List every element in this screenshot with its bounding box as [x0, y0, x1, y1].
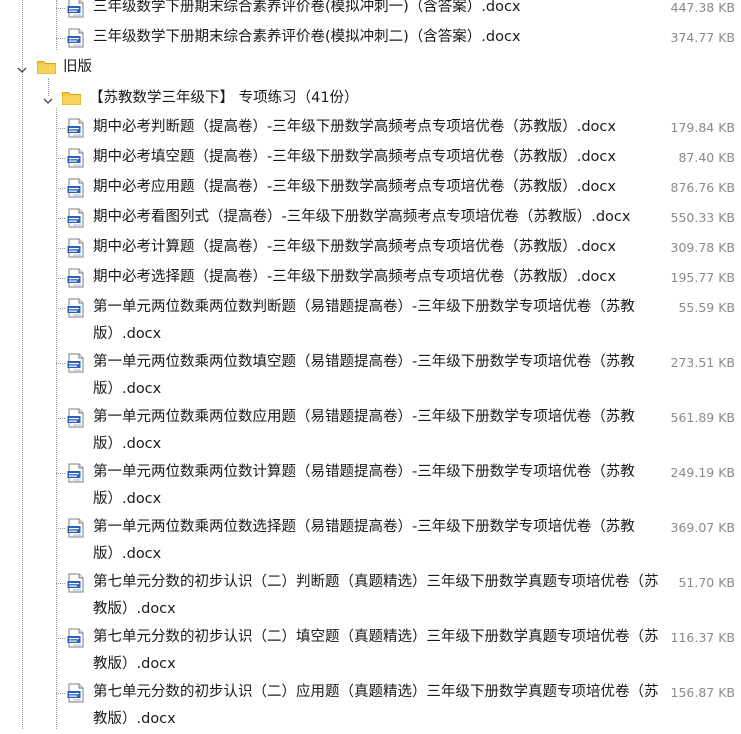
file-row[interactable]: 三年级数学下册期末综合素养评价卷(模拟冲刺一)（含答案）.docx 447.38 … — [0, 0, 741, 24]
file-size: 550.33 KB — [670, 210, 735, 225]
file-size: 51.70 KB — [678, 575, 735, 590]
folder-icon — [62, 90, 81, 105]
folder-row-sub[interactable]: 【苏教数学三年级下】 专项练习（41份） — [0, 84, 741, 112]
file-row[interactable]: 第七单元分数的初步认识（二）填空题（真题精选）三年级下册数学真题专项培优卷（苏教… — [0, 624, 741, 679]
file-size: 369.07 KB — [670, 520, 735, 535]
file-name: 第七单元分数的初步认识（二）判断题（真题精选）三年级下册数学真题专项培优卷（苏教… — [93, 574, 659, 617]
file-name: 第七单元分数的初步认识（二）应用题（真题精选）三年级下册数学真题专项培优卷（苏教… — [93, 684, 659, 727]
file-size: 156.87 KB — [670, 685, 735, 700]
file-size: 179.84 KB — [670, 120, 735, 135]
tree-branch-line — [56, 308, 65, 309]
file-size: 447.38 KB — [670, 0, 735, 15]
docx-file-icon — [67, 268, 85, 288]
folder-icon — [37, 59, 56, 74]
file-size: 195.77 KB — [670, 270, 735, 285]
tree-branch-line — [56, 473, 65, 474]
file-name: 第一单元两位数乘两位数选择题（易错题提高卷）-三年级下册数学专项培优卷（苏教版）… — [93, 519, 635, 562]
file-row[interactable]: 第七单元分数的初步认识（二）应用题（真题精选）三年级下册数学真题专项培优卷（苏教… — [0, 679, 741, 734]
file-size: 273.51 KB — [670, 355, 735, 370]
docx-file-icon — [67, 28, 85, 48]
file-name: 第七单元分数的初步认识（二）填空题（真题精选）三年级下册数学真题专项培优卷（苏教… — [93, 629, 659, 672]
tree-branch-line — [56, 128, 65, 129]
tree-branch-line — [56, 528, 65, 529]
file-name: 三年级数学下册期末综合素养评价卷(模拟冲刺一)（含答案）.docx — [93, 0, 521, 15]
tree-branch-line — [56, 418, 65, 419]
docx-file-icon — [67, 353, 85, 373]
file-name: 期中必考选择题（提高卷）-三年级下册数学高频考点专项培优卷（苏教版）.docx — [93, 269, 616, 285]
file-name: 期中必考应用题（提高卷）-三年级下册数学高频考点专项培优卷（苏教版）.docx — [93, 179, 616, 195]
docx-file-icon — [67, 683, 85, 703]
docx-file-icon — [67, 178, 85, 198]
tree-branch-line — [56, 363, 65, 364]
tree-branch-line — [56, 583, 65, 584]
docx-file-icon — [67, 463, 85, 483]
file-name: 第一单元两位数乘两位数应用题（易错题提高卷）-三年级下册数学专项培优卷（苏教版）… — [93, 409, 635, 452]
tree-branch-line — [56, 8, 65, 9]
docx-file-icon — [67, 573, 85, 593]
file-row[interactable]: 期中必考选择题（提高卷）-三年级下册数学高频考点专项培优卷（苏教版）.docx 1… — [0, 264, 741, 294]
file-size: 116.37 KB — [670, 630, 735, 645]
file-row[interactable]: 第一单元两位数乘两位数选择题（易错题提高卷）-三年级下册数学专项培优卷（苏教版）… — [0, 514, 741, 569]
file-name: 第一单元两位数乘两位数填空题（易错题提高卷）-三年级下册数学专项培优卷（苏教版）… — [93, 354, 635, 397]
tree-branch-line — [56, 248, 65, 249]
file-name: 期中必考计算题（提高卷）-三年级下册数学高频考点专项培优卷（苏教版）.docx — [93, 239, 616, 255]
tree-branch-line — [56, 158, 65, 159]
tree-branch-line — [56, 693, 65, 694]
file-size: 876.76 KB — [670, 180, 735, 195]
docx-file-icon — [67, 298, 85, 318]
file-name: 三年级数学下册期末综合素养评价卷(模拟冲刺二)（含答案）.docx — [93, 29, 521, 45]
file-row[interactable]: 期中必考判断题（提高卷）-三年级下册数学高频考点专项培优卷（苏教版）.docx 1… — [0, 114, 741, 144]
file-row[interactable]: 第一单元两位数乘两位数填空题（易错题提高卷）-三年级下册数学专项培优卷（苏教版）… — [0, 349, 741, 404]
chevron-down-icon[interactable] — [16, 61, 28, 73]
file-size: 309.78 KB — [670, 240, 735, 255]
folder-label: 旧版 — [63, 59, 92, 75]
file-name: 期中必考判断题（提高卷）-三年级下册数学高频考点专项培优卷（苏教版）.docx — [93, 119, 616, 135]
docx-file-icon — [67, 0, 85, 18]
docx-file-icon — [67, 408, 85, 428]
tree-branch-line — [56, 638, 65, 639]
file-row[interactable]: 期中必考计算题（提高卷）-三年级下册数学高频考点专项培优卷（苏教版）.docx 3… — [0, 234, 741, 264]
file-row[interactable]: 期中必考应用题（提高卷）-三年级下册数学高频考点专项培优卷（苏教版）.docx 8… — [0, 174, 741, 204]
file-name: 第一单元两位数乘两位数计算题（易错题提高卷）-三年级下册数学专项培优卷（苏教版）… — [93, 464, 635, 507]
file-row[interactable]: 第一单元两位数乘两位数判断题（易错题提高卷）-三年级下册数学专项培优卷（苏教版）… — [0, 294, 741, 349]
file-size: 249.19 KB — [670, 465, 735, 480]
file-size: 55.59 KB — [678, 300, 735, 315]
docx-file-icon — [67, 628, 85, 648]
docx-file-icon — [67, 118, 85, 138]
file-row[interactable]: 第七单元分数的初步认识（二）判断题（真题精选）三年级下册数学真题专项培优卷（苏教… — [0, 569, 741, 624]
file-name: 第一单元两位数乘两位数判断题（易错题提高卷）-三年级下册数学专项培优卷（苏教版）… — [93, 299, 635, 342]
file-row[interactable]: 第一单元两位数乘两位数应用题（易错题提高卷）-三年级下册数学专项培优卷（苏教版）… — [0, 404, 741, 459]
file-size: 561.89 KB — [670, 410, 735, 425]
tree-branch-line — [56, 218, 65, 219]
file-name: 期中必考看图列式（提高卷）-三年级下册数学高频考点专项培优卷（苏教版）.docx — [93, 209, 631, 225]
chevron-down-icon[interactable] — [42, 92, 54, 104]
tree-branch-line — [56, 188, 65, 189]
file-row[interactable]: 期中必考看图列式（提高卷）-三年级下册数学高频考点专项培优卷（苏教版）.docx… — [0, 204, 741, 234]
folder-label: 【苏教数学三年级下】 专项练习（41份） — [89, 90, 359, 106]
file-row[interactable]: 期中必考填空题（提高卷）-三年级下册数学高频考点专项培优卷（苏教版）.docx 8… — [0, 144, 741, 174]
docx-file-icon — [67, 518, 85, 538]
tree-branch-line — [56, 38, 65, 39]
file-row[interactable]: 三年级数学下册期末综合素养评价卷(模拟冲刺二)（含答案）.docx 374.77 … — [0, 24, 741, 54]
docx-file-icon — [67, 208, 85, 228]
file-row[interactable]: 第一单元两位数乘两位数计算题（易错题提高卷）-三年级下册数学专项培优卷（苏教版）… — [0, 459, 741, 514]
tree-branch-line — [56, 278, 65, 279]
folder-row-old[interactable]: 旧版 — [0, 53, 741, 81]
docx-file-icon — [67, 148, 85, 168]
file-size: 87.40 KB — [678, 150, 735, 165]
docx-file-icon — [67, 238, 85, 258]
file-size: 374.77 KB — [670, 30, 735, 45]
file-name: 期中必考填空题（提高卷）-三年级下册数学高频考点专项培优卷（苏教版）.docx — [93, 149, 616, 165]
